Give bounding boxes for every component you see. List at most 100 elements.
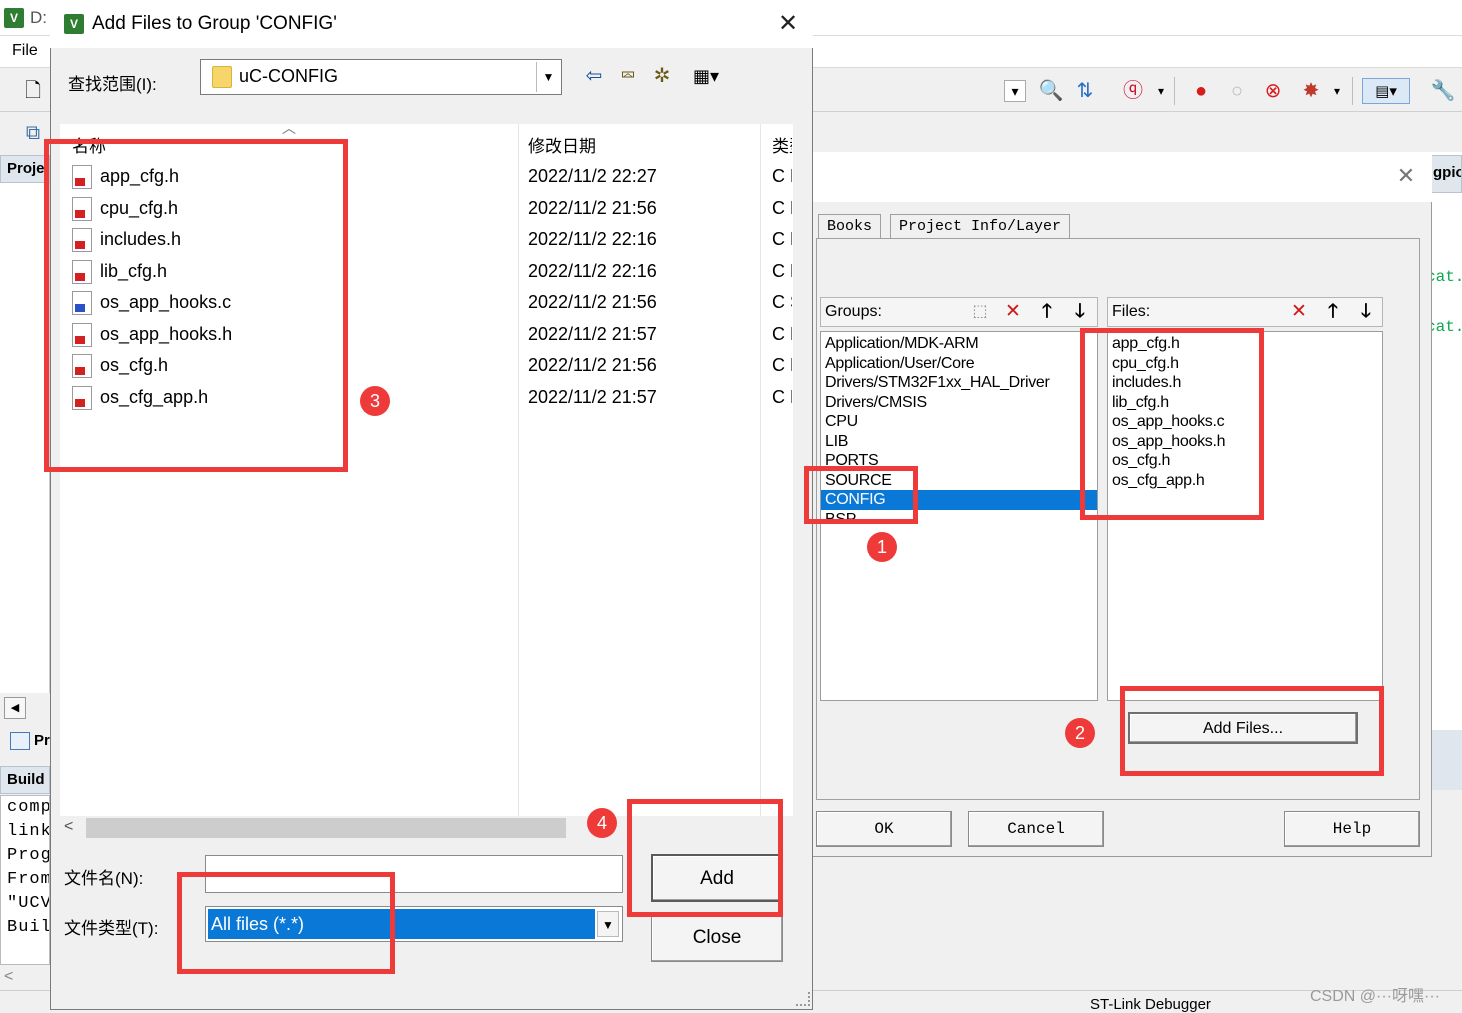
- toolbar-separator: [1352, 77, 1353, 105]
- column-header-date[interactable]: 修改日期: [528, 132, 596, 157]
- groups-label: Groups:: [825, 303, 882, 320]
- breakpoint-disabled-icon[interactable]: ○: [1224, 78, 1250, 104]
- file-date: 2022/11/2 21:56: [528, 292, 657, 312]
- tab-project-info-layer[interactable]: Project Info/Layer: [890, 214, 1071, 238]
- group-item[interactable]: Application/User/Core: [821, 354, 1097, 374]
- delete-group-icon[interactable]: ✕: [999, 300, 1027, 324]
- scrollbar-thumb[interactable]: [86, 818, 566, 838]
- move-group-up-icon[interactable]: 🡑: [1033, 300, 1061, 324]
- column-header-type[interactable]: 类型: [772, 132, 792, 157]
- menu-file[interactable]: File: [12, 42, 38, 60]
- annotation-number-4: 4: [587, 808, 617, 838]
- file-date: 2022/11/2 21:56: [528, 355, 657, 375]
- file-type-label: 文件类型(T):: [64, 919, 159, 938]
- debugger-status: ST-Link Debugger: [1090, 996, 1211, 1013]
- project-tab[interactable]: Pr: [4, 728, 50, 754]
- close-button[interactable]: Close: [651, 914, 783, 962]
- editor-tab[interactable]: gpio: [1430, 155, 1462, 193]
- build-output-line: From: [7, 870, 50, 889]
- toolbar-separator: [1174, 77, 1175, 105]
- batch-build-icon[interactable]: ⧉: [20, 120, 46, 146]
- breakpoint-icon[interactable]: ●: [1188, 78, 1214, 104]
- annotation-number-3: 3: [360, 386, 390, 416]
- annotation-number-1: 1: [867, 532, 897, 562]
- ide-title: D:: [30, 8, 47, 27]
- up-folder-icon[interactable]: ⮹: [614, 62, 642, 90]
- build-output-tab[interactable]: Build: [0, 766, 50, 794]
- chevron-down-icon[interactable]: ▼: [536, 62, 560, 92]
- build-output-line: comp: [7, 798, 50, 817]
- project-pane: [0, 183, 50, 693]
- delete-file-icon[interactable]: ✕: [1285, 300, 1313, 324]
- file-type: C H: [772, 166, 792, 186]
- keil-app-icon: V: [64, 14, 84, 34]
- incremental-find-icon[interactable]: ⇅: [1072, 78, 1098, 104]
- move-group-down-icon[interactable]: 🡓: [1066, 300, 1094, 324]
- file-type: C H: [772, 198, 792, 218]
- help-button[interactable]: Help: [1284, 811, 1420, 847]
- new-group-icon[interactable]: ⬚: [966, 300, 994, 324]
- disable-all-breakpoints-icon[interactable]: ⊗: [1260, 78, 1286, 104]
- project-window-tab[interactable]: Proje: [0, 155, 50, 183]
- build-output-line: Buil: [7, 918, 50, 937]
- file-date: 2022/11/2 22:16: [528, 261, 657, 281]
- scroll-left-icon[interactable]: ◀: [4, 697, 26, 719]
- file-date: 2022/11/2 22:27: [528, 166, 657, 186]
- dialog-title: Add Files to Group 'CONFIG': [92, 13, 337, 34]
- new-folder-icon[interactable]: ✲: [648, 62, 676, 90]
- file-date: 2022/11/2 22:16: [528, 229, 657, 249]
- tab-books[interactable]: Books: [818, 214, 882, 238]
- editor-pane: [1430, 152, 1462, 732]
- debug-session-icon[interactable]: ⓠ: [1120, 78, 1146, 104]
- group-item[interactable]: Application/MDK-ARM: [821, 334, 1097, 354]
- file-type: C S: [772, 292, 792, 312]
- breakpoint-dropdown-icon[interactable]: ▾: [1324, 78, 1350, 104]
- look-in-label: 查找范围(I):: [68, 75, 157, 94]
- file-name-label: 文件名(N):: [64, 869, 144, 888]
- build-scroll-left-icon[interactable]: <: [4, 968, 13, 986]
- group-item[interactable]: Drivers/STM32F1xx_HAL_Driver: [821, 373, 1097, 393]
- file-date: 2022/11/2 21:57: [528, 387, 657, 407]
- files-label: Files:: [1112, 303, 1151, 320]
- file-type: C H: [772, 229, 792, 249]
- file-type: C H: [772, 387, 792, 407]
- file-date: 2022/11/2 21:57: [528, 324, 657, 344]
- close-icon[interactable]: ✕: [1392, 162, 1420, 190]
- dropdown-arrow-icon[interactable]: ▾: [1004, 80, 1026, 102]
- build-output-line: "UCV: [7, 894, 50, 913]
- folder-icon: [212, 66, 232, 88]
- look-in-value: uC-CONFIG: [239, 66, 338, 86]
- file-date: 2022/11/2 21:56: [528, 198, 657, 218]
- ok-button[interactable]: OK: [816, 811, 952, 847]
- annotation-box-add-button: [627, 799, 783, 917]
- kill-breakpoints-icon[interactable]: ✸: [1298, 78, 1324, 104]
- resize-grip-icon[interactable]: [796, 992, 810, 1006]
- close-icon[interactable]: ✕: [774, 10, 802, 38]
- group-item[interactable]: LIB: [821, 432, 1097, 452]
- file-type: C H: [772, 324, 792, 344]
- editor-lower-pane: [1430, 730, 1462, 790]
- window-layout-icon[interactable]: ▤▾: [1362, 78, 1410, 104]
- debug-dropdown-icon[interactable]: ▾: [1148, 78, 1174, 104]
- configure-tools-icon[interactable]: 🔧: [1430, 78, 1456, 104]
- ide-toolbar-2: ⧉: [0, 112, 50, 154]
- group-item[interactable]: Drivers/CMSIS: [821, 393, 1097, 413]
- annotation-box-add-files: [1120, 686, 1384, 776]
- build-output-line: link: [7, 822, 50, 841]
- find-in-files-icon[interactable]: 🔍: [1038, 78, 1064, 104]
- file-type: C H: [772, 261, 792, 281]
- annotation-number-2: 2: [1065, 718, 1095, 748]
- new-file-icon[interactable]: 🗋: [20, 78, 46, 104]
- scroll-left-icon[interactable]: <: [64, 818, 73, 836]
- group-item[interactable]: CPU: [821, 412, 1097, 432]
- chevron-down-icon[interactable]: ▼: [597, 911, 619, 937]
- back-icon[interactable]: ⇦: [580, 62, 608, 90]
- annotation-box-file-type: [177, 872, 395, 974]
- move-file-up-icon[interactable]: 🡑: [1319, 300, 1347, 324]
- build-output-line: Prog: [7, 846, 50, 865]
- cancel-button[interactable]: Cancel: [968, 811, 1104, 847]
- keil-app-icon: V: [4, 8, 24, 28]
- view-menu-icon[interactable]: ▦▾: [684, 62, 728, 90]
- move-file-down-icon[interactable]: 🡓: [1352, 300, 1380, 324]
- manage-dialog-title-bar: [812, 152, 1432, 202]
